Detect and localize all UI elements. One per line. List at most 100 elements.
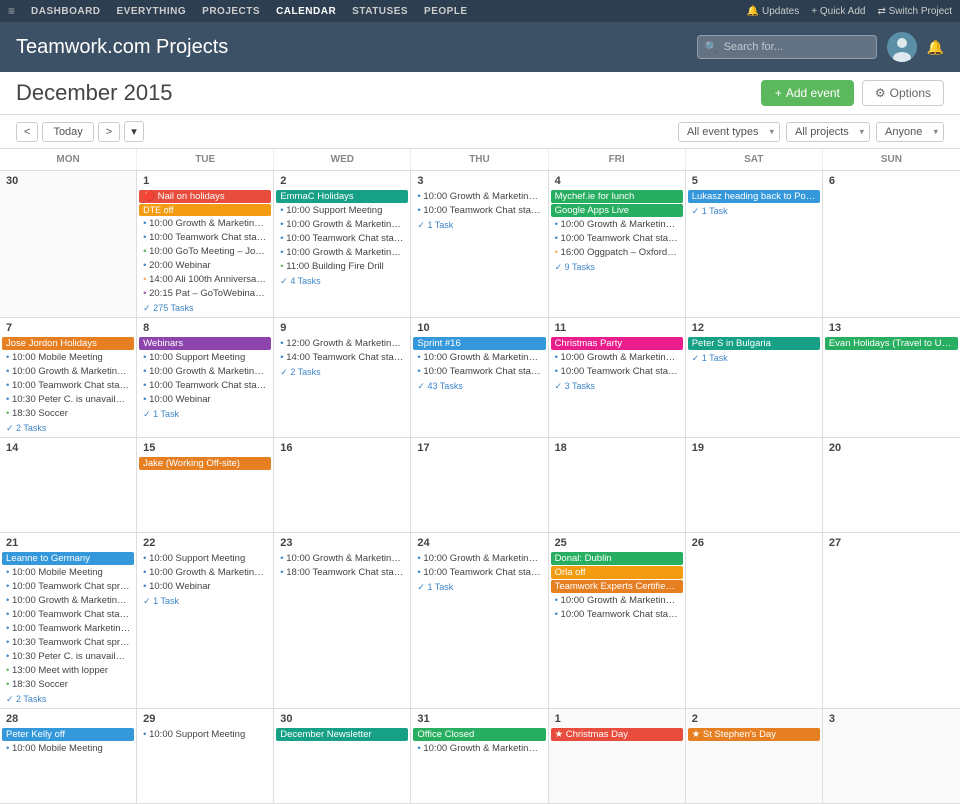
event-mobile-meeting-28[interactable]: 10:00 Mobile Meeting bbox=[2, 742, 134, 755]
event-growth-marketing-4[interactable]: 10:00 Growth & Marketing Team Standup bbox=[551, 218, 683, 231]
event-office-closed[interactable]: Office Closed bbox=[413, 728, 545, 741]
event-peter-unavail-7[interactable]: 10:30 Peter C. is unavailable bbox=[2, 393, 134, 406]
nav-everything[interactable]: EVERYTHING bbox=[117, 6, 187, 17]
nav-people[interactable]: PEOPLE bbox=[424, 6, 468, 17]
event-gotomeeting-1[interactable]: 10:00 GoTo Meeting – Johnys Canada – Eme… bbox=[139, 245, 271, 258]
event-growth-marketing-8[interactable]: 10:00 Growth & Marketing Team Standup bbox=[139, 365, 271, 378]
event-teamwork-chat-3[interactable]: 10:00 Teamwork Chat standup bbox=[413, 204, 545, 217]
event-christmas-party[interactable]: Christmas Party bbox=[551, 337, 683, 350]
event-christmas-day[interactable]: ★ Christmas Day bbox=[551, 728, 683, 741]
event-teamwork-chat-8[interactable]: 10:00 Teamwork Chat standup bbox=[139, 379, 271, 392]
today-button[interactable]: Today bbox=[42, 122, 93, 142]
event-growth-marketing-11[interactable]: 10:00 Growth & Marketing Team Standup bbox=[551, 351, 683, 364]
event-oggpatch-4[interactable]: 16:00 Oggpatch – Oxford Event (speaking) bbox=[551, 246, 683, 259]
task-count-21[interactable]: ✓ 2 Tasks bbox=[2, 693, 134, 706]
task-count-24[interactable]: ✓ 1 Task bbox=[413, 581, 545, 594]
nav-calendar[interactable]: CALENDAR bbox=[276, 6, 336, 17]
event-december-newsletter[interactable]: December Newsletter bbox=[276, 728, 408, 741]
event-soccer-7[interactable]: 18:30 Soccer bbox=[2, 407, 134, 420]
event-growth-marketing-25[interactable]: 10:00 Growth & Marketing Team Standup bbox=[551, 594, 683, 607]
event-growth-marketing-9[interactable]: 12:00 Growth & Marketing Team Standup bbox=[276, 337, 408, 350]
event-jake-working-offsite[interactable]: Jake (Working Off-site) bbox=[139, 457, 271, 470]
event-mobile-meeting-21[interactable]: 10:00 Mobile Meeting bbox=[2, 566, 134, 579]
event-lukasz-heading-back[interactable]: Lukasz heading back to Poland bbox=[688, 190, 820, 203]
event-teamwork-chat-21[interactable]: 10:00 Teamwork Chat standup bbox=[2, 608, 134, 621]
project-filter[interactable]: All projects bbox=[786, 122, 870, 142]
event-evan-holidays[interactable]: Evan Holidays (Travel to USA) bbox=[825, 337, 958, 350]
event-teamwork-chat-sprint-21[interactable]: 10:00 Teamwork Chat sprint retrospective bbox=[2, 580, 134, 593]
event-teamwork-chat-11[interactable]: 10:00 Teamwork Chat standup bbox=[551, 365, 683, 378]
event-webinar-8[interactable]: 10:00 Webinar bbox=[139, 393, 271, 406]
task-count-22[interactable]: ✓ 1 Task bbox=[139, 595, 271, 608]
event-webinars-8[interactable]: Webinars bbox=[139, 337, 271, 350]
event-growth-marketing-22[interactable]: 10:00 Growth & Marketing Team Standup bbox=[139, 566, 271, 579]
quick-add-link[interactable]: + Quick Add bbox=[811, 6, 865, 17]
event-support-meeting-2[interactable]: 10:00 Support Meeting bbox=[276, 204, 408, 217]
event-growth-marketing-10[interactable]: 10:00 Growth & Marketing Team Standup bbox=[413, 351, 545, 364]
next-button[interactable]: > bbox=[98, 122, 120, 142]
task-count-2[interactable]: ✓ 4 Tasks bbox=[276, 275, 408, 288]
event-peter-kelly-off[interactable]: Peter Kelly off bbox=[2, 728, 134, 741]
event-teamwork-chat-4[interactable]: 10:00 Teamwork Chat standup bbox=[551, 232, 683, 245]
event-pat-gotowebinar[interactable]: 20:15 Pat – GoToWebinar with Greg Barr bbox=[139, 287, 271, 300]
event-teamwork-chat-25[interactable]: 10:00 Teamwork Chat standup bbox=[551, 608, 683, 621]
event-growth-marketing-31[interactable]: 10:00 Growth & Marketing Team Standup bbox=[413, 742, 545, 755]
event-google-apps-live[interactable]: Google Apps Live bbox=[551, 204, 683, 217]
event-emmac-holidays[interactable]: EmmaC Holidays bbox=[276, 190, 408, 203]
updates-link[interactable]: 🔔 Updates bbox=[747, 6, 799, 17]
event-ali-100th[interactable]: 14:00 Ali 100th Anniversary Celebrations bbox=[139, 273, 271, 286]
event-teamwork-chat-7[interactable]: 10:00 Teamwork Chat standup bbox=[2, 379, 134, 392]
task-count-3[interactable]: ✓ 1 Task bbox=[413, 219, 545, 232]
event-teamwork-chat-2[interactable]: 10:00 Teamwork Chat standup bbox=[276, 232, 408, 245]
event-growth-marketing-7[interactable]: 10:00 Growth & Marketing Team Standup bbox=[2, 365, 134, 378]
event-leanne-germany[interactable]: Leanne to Germany bbox=[2, 552, 134, 565]
event-sprint-16[interactable]: Sprint #16 bbox=[413, 337, 545, 350]
event-teamwork-experts[interactable]: Teamwork Experts Certified Training Laun… bbox=[551, 580, 683, 593]
event-peter-bulgaria[interactable]: Peter S in Bulgaria bbox=[688, 337, 820, 350]
event-teamwork-chat-24[interactable]: 10:00 Teamwork Chat standup bbox=[413, 566, 545, 579]
add-event-button[interactable]: + Add event bbox=[761, 80, 854, 106]
event-fire-drill-2[interactable]: 11:00 Building Fire Drill bbox=[276, 260, 408, 273]
nav-menu-icon[interactable]: ≡ bbox=[8, 4, 15, 18]
event-mychef-lunch[interactable]: Mychef.ie for lunch bbox=[551, 190, 683, 203]
task-count-7[interactable]: ✓ 2 Tasks bbox=[2, 422, 134, 435]
event-teamwork-chat-1[interactable]: 10:00 Teamwork Chat standup bbox=[139, 231, 271, 244]
task-count-8[interactable]: ✓ 1 Task bbox=[139, 408, 271, 421]
view-dropdown[interactable]: ▾ bbox=[124, 121, 144, 142]
event-teamwork-sprint-21[interactable]: 10:30 Teamwork Chat sprint planning bbox=[2, 636, 134, 649]
task-count-5[interactable]: ✓ 1 Task bbox=[688, 205, 820, 218]
task-count-1[interactable]: ✓ 275 Tasks bbox=[139, 302, 271, 315]
event-donal-dublin[interactable]: Donal: Dublin bbox=[551, 552, 683, 565]
task-count-4[interactable]: ✓ 9 Tasks bbox=[551, 261, 683, 274]
event-growth-marketing-23[interactable]: 10:00 Growth & Marketing Team Standup bbox=[276, 552, 408, 565]
event-growth-marketing-1[interactable]: 10:00 Growth & Marketing Team Standup bbox=[139, 217, 271, 230]
event-support-meeting-29[interactable]: 10:00 Support Meeting bbox=[139, 728, 271, 741]
task-count-10[interactable]: ✓ 43 Tasks bbox=[413, 380, 545, 393]
event-nail-holidays[interactable]: 🔴 Nail on holidays bbox=[139, 190, 271, 203]
event-soccer-21[interactable]: 18:30 Soccer bbox=[2, 678, 134, 691]
event-webinar-1[interactable]: 20:00 Webinar bbox=[139, 259, 271, 272]
event-jose-holidays[interactable]: Jose Jordon Holidays bbox=[2, 337, 134, 350]
event-growth-marketing-2[interactable]: 10:00 Growth & Marketing Team Standup bbox=[276, 218, 408, 231]
event-support-meeting-8[interactable]: 10:00 Support Meeting bbox=[139, 351, 271, 364]
event-support-meeting-22[interactable]: 10:00 Support Meeting bbox=[139, 552, 271, 565]
nav-statuses[interactable]: STATUSES bbox=[352, 6, 408, 17]
event-teamwork-chat-23[interactable]: 18:00 Teamwork Chat standup bbox=[276, 566, 408, 579]
event-growth-marketing-21[interactable]: 10:00 Growth & Marketing Team Standup bbox=[2, 594, 134, 607]
task-count-9[interactable]: ✓ 2 Tasks bbox=[276, 366, 408, 379]
nav-projects[interactable]: PROJECTS bbox=[202, 6, 260, 17]
event-teamwork-catchup-21[interactable]: 10:00 Teamwork Marketing Catchup bbox=[2, 622, 134, 635]
avatar[interactable] bbox=[887, 32, 917, 62]
options-button[interactable]: ⚙ Options bbox=[862, 80, 944, 106]
event-growth-marketing-24[interactable]: 10:00 Growth & Marketing Team Standup bbox=[413, 552, 545, 565]
person-filter[interactable]: Anyone bbox=[876, 122, 944, 142]
event-type-filter[interactable]: All event types bbox=[678, 122, 780, 142]
event-growth-marketing-3[interactable]: 10:00 Growth & Marketing Team Standup bbox=[413, 190, 545, 203]
event-mobile-meeting-7[interactable]: 10:00 Mobile Meeting bbox=[2, 351, 134, 364]
nav-dashboard[interactable]: DASHBOARD bbox=[31, 6, 101, 17]
event-growth-marketing-2b[interactable]: 10:00 Growth & Marketing Team Standup bbox=[276, 246, 408, 259]
prev-button[interactable]: < bbox=[16, 122, 38, 142]
event-dte-off-25[interactable]: Orla off bbox=[551, 566, 683, 579]
event-dte-off[interactable]: DTE off bbox=[139, 204, 271, 216]
event-teamwork-chat-10[interactable]: 10:00 Teamwork Chat standup bbox=[413, 365, 545, 378]
